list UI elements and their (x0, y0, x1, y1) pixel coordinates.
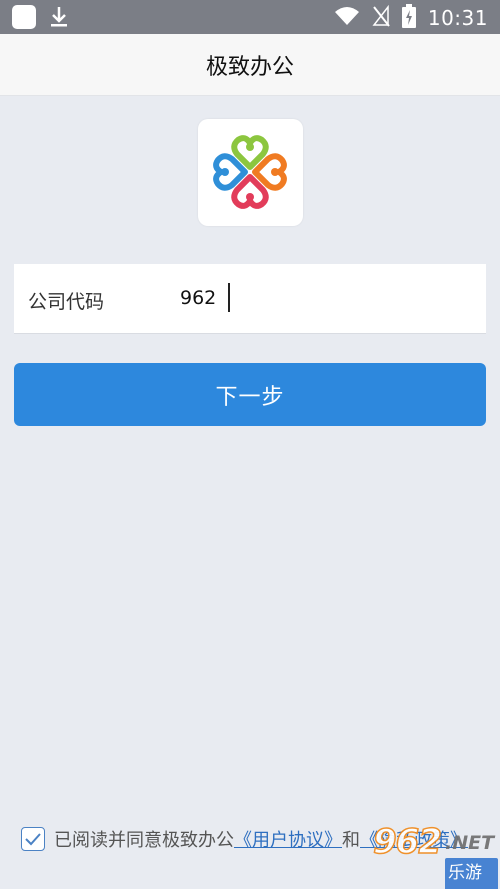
text-cursor (228, 283, 230, 312)
agreement-text: 已阅读并同意极致办公 (54, 830, 234, 851)
download-icon (50, 6, 68, 28)
next-step-button[interactable]: 下一步 (14, 363, 486, 426)
watermark-suffix: .NET (445, 832, 495, 854)
title-bar: 极致办公 (0, 34, 500, 96)
app-logo-icon (213, 135, 287, 209)
no-signal-icon (372, 4, 390, 31)
status-bar: 10:31 (0, 0, 500, 34)
watermark-brand: 962 (372, 821, 442, 863)
app-logo (198, 119, 303, 226)
notification-square-icon (12, 5, 36, 29)
status-time: 10:31 (427, 6, 488, 30)
user-agreement-link[interactable]: 《用户协议》 (234, 826, 342, 852)
wifi-icon (334, 6, 360, 30)
battery-charging-icon (401, 4, 416, 32)
checkmark-icon (25, 833, 41, 846)
agreement-checkbox[interactable] (21, 827, 45, 851)
company-code-input[interactable]: 962 (180, 287, 216, 309)
company-code-row: 公司代码 962 (14, 264, 486, 334)
page-title: 极致办公 (205, 54, 294, 80)
status-left (12, 5, 68, 29)
company-code-label: 公司代码 (28, 291, 105, 313)
status-right: 10:31 (334, 4, 488, 32)
agreement-conjunction: 和 (342, 830, 360, 851)
watermark-sub: 乐游网 (445, 858, 498, 889)
watermark-logo: 962 .NET 乐游网 (372, 821, 498, 889)
